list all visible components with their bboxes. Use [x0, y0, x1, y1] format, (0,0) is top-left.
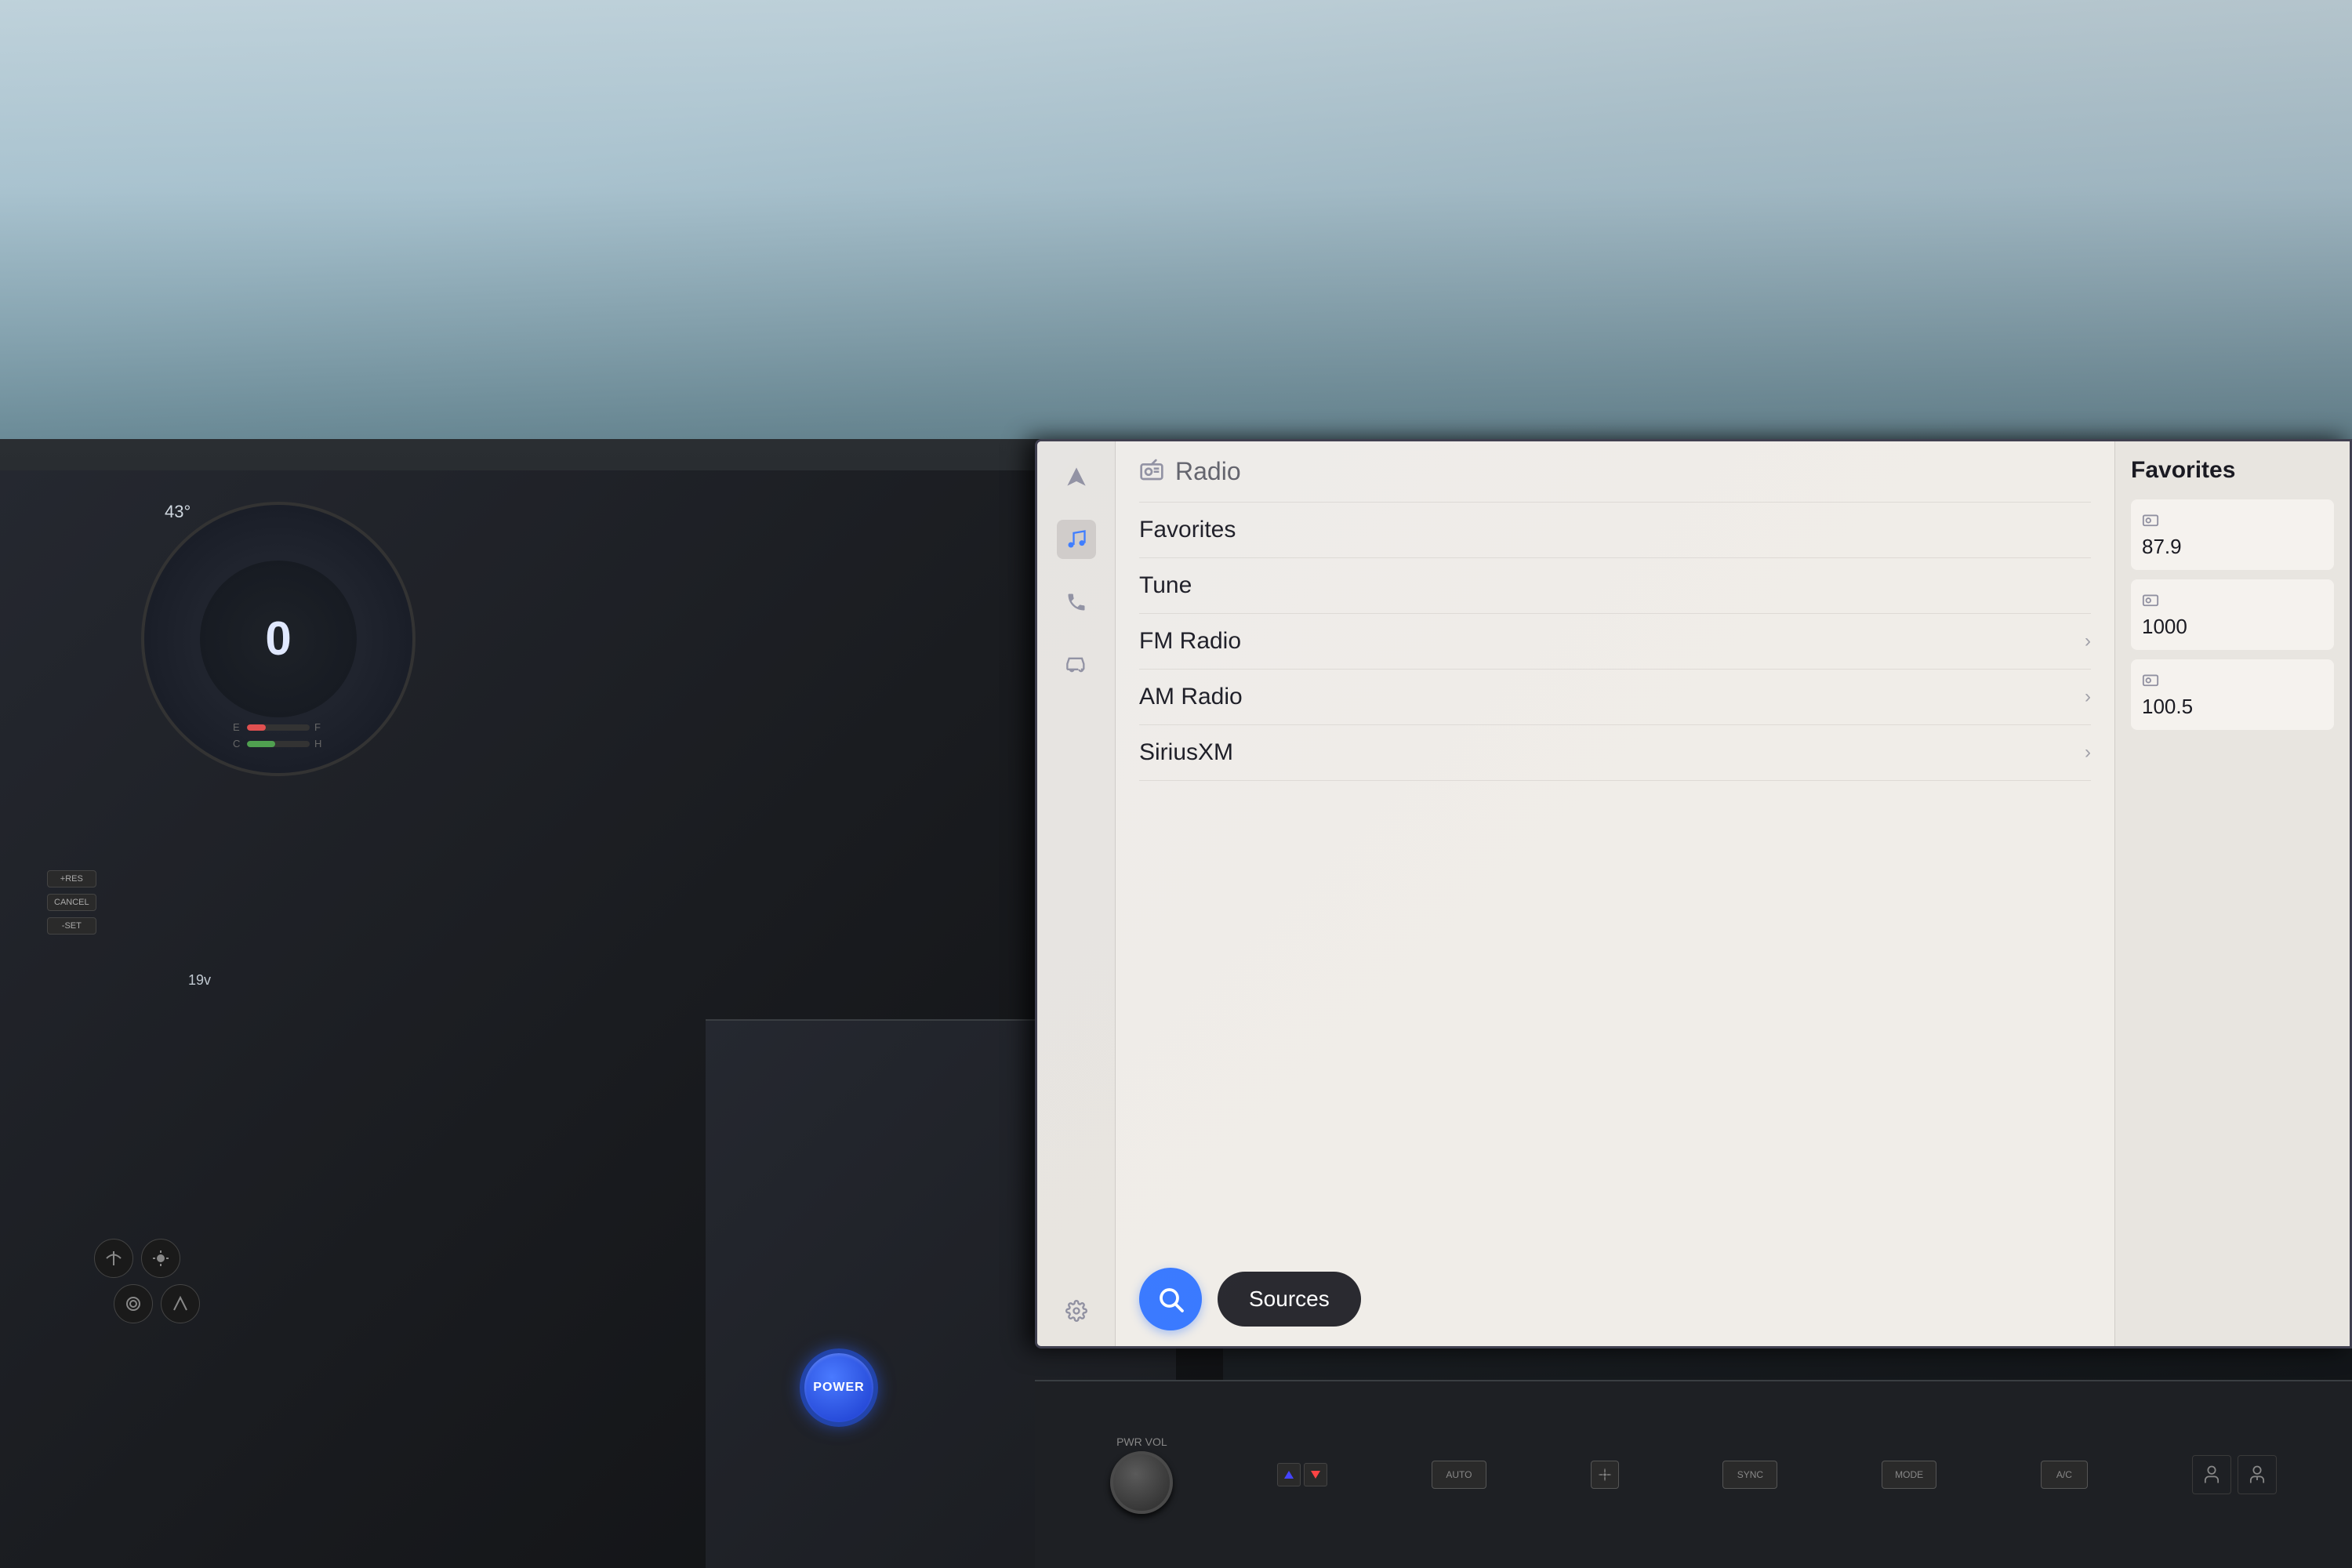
- temp-value: 43°: [165, 502, 191, 521]
- menu-item-am-radio[interactable]: AM Radio ›: [1139, 670, 2091, 725]
- sync-button[interactable]: SYNC: [1722, 1461, 1777, 1489]
- seat-heat-icon[interactable]: [2192, 1455, 2231, 1494]
- action-bar: Sources: [1139, 1268, 2091, 1330]
- favorite-radio-icon-3: [2142, 670, 2323, 691]
- sync-label: SYNC: [1737, 1469, 1763, 1480]
- menu-item-siriusxm[interactable]: SiriusXM ›: [1139, 725, 2091, 781]
- favorite-radio-icon-2: [2142, 590, 2323, 612]
- auto-label: AUTO: [1446, 1469, 1472, 1480]
- auto-button[interactable]: AUTO: [1432, 1461, 1486, 1489]
- favorite-item-1[interactable]: 87.9: [2131, 499, 2334, 570]
- seat-controls: [2192, 1455, 2277, 1494]
- hardware-controls: PWR VOL AUTO: [1035, 1380, 2352, 1568]
- seat-vent-icon[interactable]: [2238, 1455, 2277, 1494]
- power-button-label: POWER: [813, 1381, 864, 1395]
- nav-icon-car[interactable]: [1057, 645, 1096, 684]
- temp-control-group: [1277, 1463, 1327, 1486]
- temp-gauge: C H: [233, 738, 324, 750]
- favorite-item-3[interactable]: 100.5: [2131, 659, 2334, 730]
- sources-button-label: Sources: [1249, 1287, 1330, 1312]
- set-button[interactable]: -SET: [47, 917, 96, 935]
- light-icon-btn[interactable]: [141, 1239, 180, 1278]
- lane-icon-btn[interactable]: [161, 1284, 200, 1323]
- steering-bottom-controls: [94, 1239, 200, 1323]
- nav-icon-music[interactable]: [1057, 520, 1096, 559]
- favorites-panel: Favorites 87.9 1000: [2114, 441, 2350, 1346]
- sources-button[interactable]: Sources: [1218, 1272, 1361, 1327]
- red-up-arrow: [1311, 1471, 1320, 1479]
- voltage-display: 19v: [188, 972, 211, 989]
- menu-list: Favorites Tune FM Radio › AM Radio › Sir…: [1139, 502, 2091, 1252]
- steering-controls: +RES CANCEL -SET: [47, 862, 96, 935]
- screen-header: Radio: [1139, 457, 2091, 486]
- cluster-inner: 0: [200, 561, 357, 717]
- blue-down-arrow: [1284, 1471, 1294, 1479]
- favorites-title: Favorites: [2131, 457, 2334, 484]
- temp-h-label: H: [314, 738, 324, 750]
- favorite-radio-icon-1: [2142, 510, 2323, 532]
- am-radio-arrow: ›: [2085, 686, 2091, 708]
- fuel-gauge: E F: [233, 721, 324, 733]
- menu-item-fm-radio[interactable]: FM Radio ›: [1139, 614, 2091, 670]
- siriusxm-arrow: ›: [2085, 742, 2091, 764]
- fuel-f-label: F: [314, 721, 324, 733]
- cancel-button[interactable]: CANCEL: [47, 894, 96, 911]
- temperature-display: 43°: [165, 502, 191, 522]
- instrument-cluster: 0 E F C H: [141, 502, 416, 776]
- menu-item-tune[interactable]: Tune: [1139, 558, 2091, 614]
- nav-icon-navigation[interactable]: [1057, 457, 1096, 496]
- fan-button[interactable]: [1591, 1461, 1619, 1489]
- mode-group: MODE: [1882, 1461, 1936, 1489]
- pwr-vol-label: PWR VOL: [1116, 1436, 1167, 1448]
- menu-item-favorites[interactable]: Favorites: [1139, 502, 2091, 558]
- brake-icon-btn[interactable]: [114, 1284, 153, 1323]
- fm-radio-arrow: ›: [2085, 630, 2091, 652]
- main-content: Radio Favorites Tune FM Radio › AM Radio…: [1116, 441, 2114, 1346]
- mode-button[interactable]: MODE: [1882, 1461, 1936, 1489]
- wiper-icon-btn[interactable]: [94, 1239, 133, 1278]
- fan-controls: [1591, 1461, 1619, 1489]
- infotainment-screen: Radio Favorites Tune FM Radio › AM Radio…: [1037, 441, 2350, 1346]
- temp-c-label: C: [233, 738, 242, 750]
- infotainment-screen-container: Radio Favorites Tune FM Radio › AM Radio…: [1035, 439, 2352, 1348]
- temp-down-btn[interactable]: [1277, 1463, 1301, 1486]
- nav-sidebar: [1037, 441, 1116, 1346]
- res-button[interactable]: +RES: [47, 870, 96, 887]
- nav-icon-phone[interactable]: [1057, 583, 1096, 622]
- ac-label: A/C: [2056, 1469, 2072, 1480]
- cluster-display: 0: [265, 615, 291, 662]
- power-button[interactable]: POWER: [800, 1348, 878, 1427]
- favorite-item-2[interactable]: 1000: [2131, 579, 2334, 650]
- fuel-e-label: E: [233, 721, 242, 733]
- power-button-area: POWER: [800, 1348, 894, 1443]
- ac-button[interactable]: A/C: [2041, 1461, 2088, 1489]
- temp-up-btn[interactable]: [1304, 1463, 1327, 1486]
- pwr-vol-group: PWR VOL: [1110, 1436, 1173, 1514]
- ac-group: A/C: [2041, 1461, 2088, 1489]
- search-button[interactable]: [1139, 1268, 1202, 1330]
- radio-header-icon: [1139, 457, 1164, 486]
- nav-icon-settings[interactable]: [1057, 1291, 1096, 1330]
- sync-group: SYNC: [1722, 1461, 1777, 1489]
- auto-group: AUTO: [1432, 1461, 1486, 1489]
- mode-label: MODE: [1895, 1469, 1923, 1480]
- voltage-value: 19v: [188, 972, 211, 988]
- pwr-vol-knob[interactable]: [1110, 1451, 1173, 1514]
- screen-title: Radio: [1175, 457, 1241, 486]
- speed-display: 0: [265, 615, 291, 662]
